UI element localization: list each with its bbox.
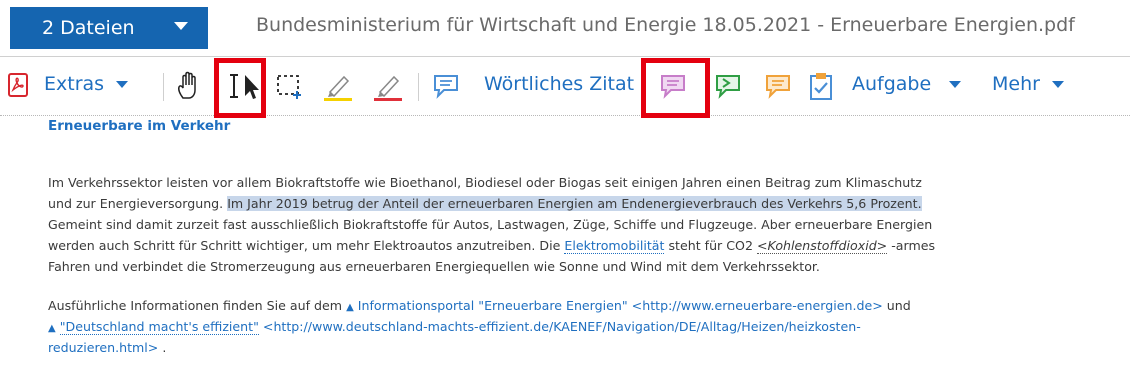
efficiency-campaign-url-cont[interactable]: reduzieren.html> <box>48 340 158 355</box>
task-menu[interactable]: Aufgabe <box>852 73 962 95</box>
chevron-down-icon <box>1051 80 1064 88</box>
files-dropdown-button[interactable]: 2 Dateien <box>10 7 208 49</box>
chevron-down-icon <box>174 22 188 30</box>
blue-comment-icon[interactable] <box>432 73 460 99</box>
paragraph-line: ▲ "Deutschland macht's effizient" <http:… <box>48 319 861 335</box>
orange-comment-icon[interactable] <box>764 73 792 99</box>
toolbar: Extras Wörtliches Zitat Aufgabe Mehr <box>0 57 1130 116</box>
chevron-down-icon <box>116 80 129 88</box>
paragraph-line: reduzieren.html> . <box>48 340 166 355</box>
files-label: 2 Dateien <box>42 17 135 39</box>
text-span: Ausführliche Informationen finden Sie au… <box>48 298 347 313</box>
text-span: Im Verkehrssektor leisten vor allem Biok… <box>48 175 922 190</box>
paragraph-line: und zur Energieversorgung. Im Jahr 2019 … <box>48 196 922 211</box>
text-span: und <box>882 298 911 313</box>
literal-quote-button[interactable]: Wörtliches Zitat <box>484 73 634 95</box>
text-span: Fahren und verbindet die Stromerzeugung … <box>48 259 820 274</box>
electromobility-link[interactable]: Elektromobilität <box>564 238 665 254</box>
toolbar-divider <box>163 73 164 101</box>
extras-menu[interactable]: Extras <box>44 73 129 95</box>
title-bar: 2 Dateien Bundesministerium für Wirtscha… <box>0 0 1130 57</box>
pdf-icon[interactable] <box>8 73 28 97</box>
more-label: Mehr <box>992 73 1040 95</box>
toolbar-divider <box>418 73 419 101</box>
annotation-highlight-box <box>641 58 710 118</box>
task-label: Aufgabe <box>852 73 932 95</box>
hand-tool-icon[interactable] <box>175 70 205 102</box>
external-link-icon: ▲ <box>48 323 56 334</box>
text-span: werden auch Schritt für Schritt wichtige… <box>48 238 565 253</box>
extras-label: Extras <box>44 73 105 95</box>
paragraph-line: Im Verkehrssektor leisten vor allem Biok… <box>48 175 922 190</box>
marquee-select-icon[interactable] <box>276 74 306 100</box>
paragraph-line: Fahren und verbindet die Stromerzeugung … <box>48 259 820 274</box>
text-span: steht für CO2 <box>664 238 757 253</box>
yellow-highlighter-icon[interactable] <box>322 72 356 102</box>
paragraph-line: Ausführliche Informationen finden Sie au… <box>48 298 911 313</box>
text-span: Gemeint sind damit zurzeit fast ausschli… <box>48 217 933 232</box>
info-portal-url[interactable]: <http://www.erneuerbare-energien.de> <box>628 298 883 313</box>
highlighted-sentence[interactable]: Im Jahr 2019 betrug der Anteil der erneu… <box>227 196 922 211</box>
document-title: Bundesministerium für Wirtschaft und Ene… <box>256 14 1075 36</box>
section-heading: Erneuerbare im Verkehr <box>48 118 231 134</box>
paragraph-line: Gemeint sind damit zurzeit fast ausschli… <box>48 217 932 232</box>
efficiency-campaign-link[interactable]: "Deutschland macht's effizient" <box>59 319 259 335</box>
chevron-down-icon <box>949 80 962 88</box>
paragraph-line: werden auch Schritt für Schritt wichtige… <box>48 238 936 254</box>
annotation-highlight-box <box>214 58 266 118</box>
efficiency-campaign-url[interactable]: <http://www.deutschland-machts-effizient… <box>259 319 861 334</box>
text-span: -armes <box>887 238 936 253</box>
literal-quote-label: Wörtliches Zitat <box>484 73 635 95</box>
text-span: . <box>158 340 167 355</box>
red-highlighter-icon[interactable] <box>372 72 406 102</box>
green-comment-icon[interactable] <box>714 73 742 99</box>
info-portal-link[interactable]: Informationsportal "Erneuerbare Energien… <box>358 298 628 313</box>
text-span: und zur Energieversorgung. <box>48 196 228 211</box>
task-clipboard-icon[interactable] <box>808 71 834 101</box>
more-menu[interactable]: Mehr <box>992 73 1064 95</box>
glossary-term[interactable]: <Kohlenstoffdioxid> <box>756 238 888 254</box>
external-link-icon: ▲ <box>346 302 354 313</box>
